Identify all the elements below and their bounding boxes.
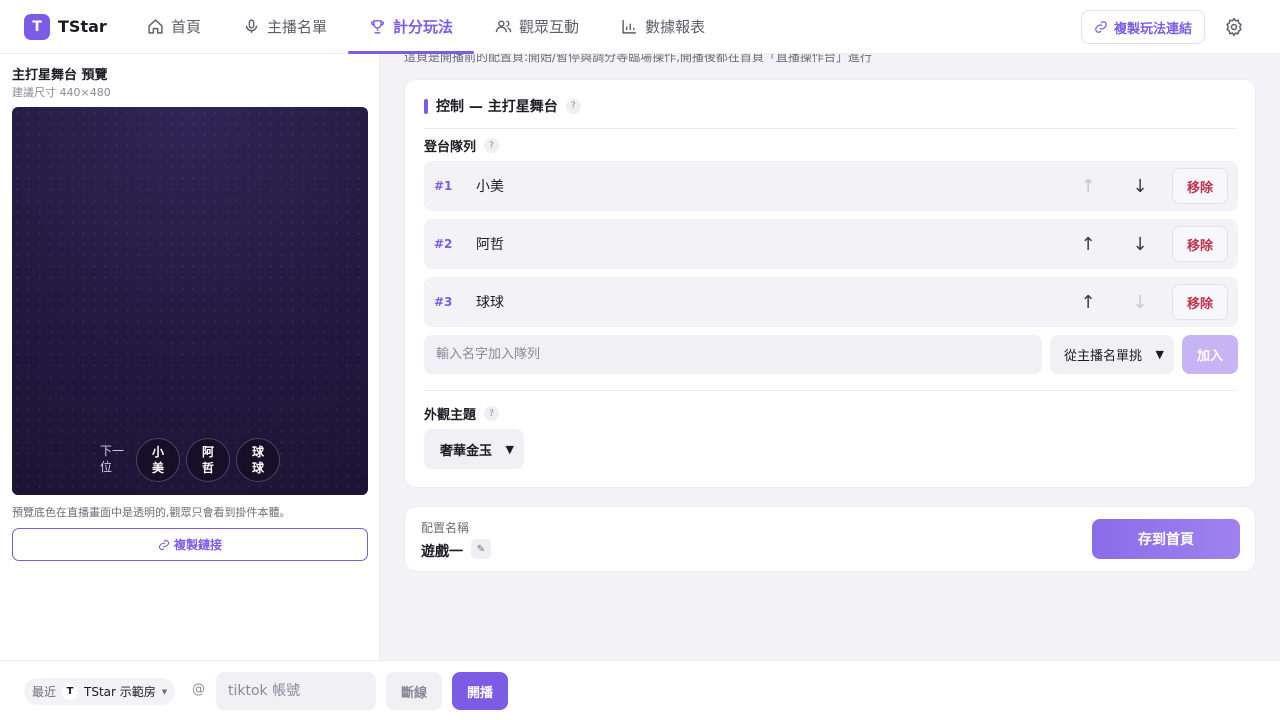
preview-title: 主打星舞台 預覽 bbox=[12, 68, 108, 83]
divider bbox=[424, 128, 1236, 129]
control-card: 控制 — 主打星舞台 ? 登台隊列 ? #1 小美 ↑ ↓ 移除 #2 阿哲 ↑… bbox=[404, 79, 1256, 488]
move-down-button[interactable]: ↓ bbox=[1130, 292, 1150, 313]
room-name: TStar 示範房 bbox=[84, 685, 156, 699]
pick-from-streamers-select[interactable]: 從主播名單挑 ▼ bbox=[1050, 335, 1174, 374]
copy-link-button[interactable]: 複製鏈接 bbox=[12, 528, 368, 561]
add-to-queue-button[interactable]: 加入 bbox=[1182, 335, 1238, 374]
nav-item-audience[interactable]: 觀眾互動 bbox=[474, 0, 600, 54]
link-icon bbox=[158, 539, 169, 550]
control-title-text: 控制 — 主打星舞台 bbox=[436, 99, 558, 115]
move-down-button[interactable]: ↓ bbox=[1130, 176, 1150, 197]
bottom-connect-bar: 最近 T TStar 示範房 ▼ @ 斷線 開播 bbox=[0, 660, 1280, 720]
nav-item-scoring[interactable]: 計分玩法 bbox=[348, 0, 475, 54]
chevron-down-icon: ▼ bbox=[1155, 348, 1164, 361]
control-card-title: 控制 — 主打星舞台 ? bbox=[424, 96, 581, 116]
nav-label: 計分玩法 bbox=[393, 18, 454, 36]
save-to-home-button[interactable]: 存到首頁 bbox=[1092, 519, 1240, 559]
queue-chip: 球球 bbox=[236, 438, 280, 482]
chevron-down-icon: ▼ bbox=[505, 442, 514, 456]
top-nav-bar: T TStar 首頁 主播名單 計分玩法 觀眾互動 數據報表 複製玩法連結 bbox=[0, 0, 1280, 54]
preview-size-hint: 建議尺寸 440×480 bbox=[12, 86, 111, 99]
queue-row: #1 小美 ↑ ↓ 移除 bbox=[424, 161, 1238, 211]
recent-room-selector[interactable]: 最近 T TStar 示範房 ▼ bbox=[24, 678, 176, 705]
home-icon bbox=[148, 19, 163, 34]
help-icon[interactable]: ? bbox=[565, 98, 581, 114]
queue-chip: 阿哲 bbox=[186, 438, 230, 482]
remove-button[interactable]: 移除 bbox=[1172, 226, 1228, 262]
copy-game-link-label: 複製玩法連結 bbox=[1113, 21, 1192, 37]
bar-chart-icon bbox=[622, 20, 636, 34]
config-card: 配置名稱 遊戲一 ✎ 存到首頁 bbox=[404, 506, 1256, 572]
main-nav: 首頁 主播名單 計分玩法 觀眾互動 數據報表 bbox=[126, 0, 726, 54]
copy-link-label: 複製鏈接 bbox=[173, 538, 222, 552]
help-icon[interactable]: ? bbox=[484, 406, 500, 421]
queue-name-input[interactable] bbox=[424, 335, 1042, 374]
preview-note: 預覽底色在直播畫面中是透明的,觀眾只會看到掛件本體。 bbox=[12, 506, 291, 519]
users-icon bbox=[495, 20, 512, 33]
queue-position: #2 bbox=[434, 237, 453, 251]
move-up-button[interactable]: ↑ bbox=[1078, 176, 1098, 197]
recent-label: 最近 bbox=[32, 685, 57, 699]
nav-label: 首頁 bbox=[171, 18, 202, 36]
theme-label-text: 外觀主題 bbox=[424, 408, 477, 423]
divider bbox=[424, 390, 1236, 391]
move-up-button[interactable]: ↑ bbox=[1078, 234, 1098, 255]
config-name-label: 配置名稱 bbox=[421, 521, 470, 535]
go-live-button[interactable]: 開播 bbox=[452, 672, 508, 710]
queue-row: #3 球球 ↑ ↓ 移除 bbox=[424, 277, 1238, 327]
queue-name: 球球 bbox=[476, 295, 504, 311]
queue-name: 小美 bbox=[476, 179, 504, 195]
app-logo[interactable]: T TStar bbox=[24, 13, 126, 40]
remove-button[interactable]: 移除 bbox=[1172, 284, 1228, 320]
widget-preview: 下一位 小美 阿哲 球球 bbox=[12, 107, 368, 495]
preview-panel: 主打星舞台 預覽 建議尺寸 440×480 下一位 小美 阿哲 球球 預覽底色在… bbox=[0, 54, 380, 660]
pencil-icon[interactable]: ✎ bbox=[471, 539, 491, 559]
trophy-icon bbox=[371, 20, 385, 34]
queue-section-label: 登台隊列 ? bbox=[424, 136, 500, 155]
link-icon bbox=[1095, 21, 1107, 33]
config-name-value: 遊戲一 bbox=[421, 544, 463, 560]
queue-row: #2 阿哲 ↑ ↓ 移除 bbox=[424, 219, 1238, 269]
next-up-label: 下一位 bbox=[100, 444, 125, 474]
chevron-down-icon: ▼ bbox=[161, 687, 168, 696]
title-accent-bar bbox=[424, 98, 428, 114]
queue-label-text: 登台隊列 bbox=[424, 140, 477, 155]
queue-chip: 小美 bbox=[136, 438, 180, 482]
at-symbol: @ bbox=[192, 682, 205, 697]
remove-button[interactable]: 移除 bbox=[1172, 168, 1228, 204]
nav-label: 主播名單 bbox=[267, 18, 328, 36]
nav-item-home[interactable]: 首頁 bbox=[126, 0, 222, 54]
queue-name: 阿哲 bbox=[476, 237, 504, 253]
nav-item-streamers[interactable]: 主播名單 bbox=[222, 0, 348, 54]
copy-game-link-button[interactable]: 複製玩法連結 bbox=[1080, 10, 1205, 44]
room-avatar: T bbox=[62, 683, 79, 700]
app-name: TStar bbox=[58, 17, 107, 36]
theme-select-value: 奢華金玉 bbox=[440, 443, 493, 459]
move-up-button[interactable]: ↑ bbox=[1078, 292, 1098, 313]
help-icon[interactable]: ? bbox=[484, 138, 500, 153]
theme-select[interactable]: 奢華金玉 ▼ bbox=[424, 429, 524, 469]
disconnect-button[interactable]: 斷線 bbox=[386, 672, 442, 710]
queue-position: #1 bbox=[434, 179, 453, 193]
queue-position: #3 bbox=[434, 295, 453, 309]
microphone-icon bbox=[245, 19, 258, 33]
theme-section-label: 外觀主題 ? bbox=[424, 404, 500, 423]
nav-label: 數據報表 bbox=[645, 18, 706, 36]
pick-select-value: 從主播名單挑 bbox=[1064, 349, 1143, 364]
gear-icon[interactable] bbox=[1224, 17, 1244, 37]
nav-item-reports[interactable]: 數據報表 bbox=[600, 0, 726, 54]
logo-mark: T bbox=[24, 13, 50, 40]
tiktok-account-input[interactable] bbox=[216, 672, 376, 710]
move-down-button[interactable]: ↓ bbox=[1130, 234, 1150, 255]
nav-label: 觀眾互動 bbox=[519, 18, 580, 36]
